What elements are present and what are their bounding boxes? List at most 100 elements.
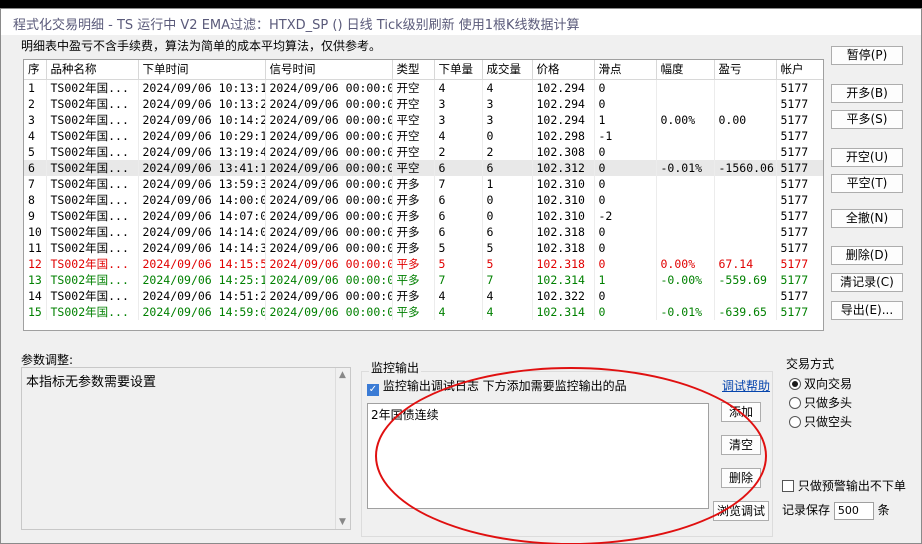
delete-button[interactable]: 删除: [721, 468, 761, 488]
add-button[interactable]: 添加: [721, 402, 761, 422]
table-cell: 102.314: [532, 303, 595, 320]
monitor-checkbox[interactable]: ✓: [367, 384, 379, 396]
clear-button[interactable]: 清空: [721, 435, 761, 455]
warn-only-label: 只做预警输出不下单: [797, 479, 906, 493]
close-short-button[interactable]: 平空(T): [831, 174, 903, 193]
radio-icon[interactable]: [789, 416, 801, 428]
table-row[interactable]: 6 TS002年国... 2024/09/06 13:41:10 2024/09/06…: [24, 159, 823, 176]
table-cell: 11: [24, 239, 47, 256]
clear-log-button[interactable]: 清记录(C): [831, 273, 903, 292]
column-header[interactable]: 下单时间: [138, 60, 266, 80]
delete-order-button[interactable]: 删除(D): [831, 246, 903, 265]
debug-help-link[interactable]: 调试帮助: [722, 377, 770, 394]
table-cell: 0: [594, 239, 657, 256]
table-cell: TS002年国...: [46, 95, 139, 112]
column-header[interactable]: 价格: [532, 60, 595, 80]
table-row[interactable]: 1 TS002年国... 2024/09/06 10:13:10 2024/09/06…: [24, 79, 823, 96]
column-header[interactable]: 类型: [392, 60, 435, 80]
table-row[interactable]: 5 TS002年国... 2024/09/06 13:19:48 2024/09/06…: [24, 143, 823, 160]
table-row[interactable]: 7 TS002年国... 2024/09/06 13:59:31 2024/09/06…: [24, 175, 823, 192]
table-cell: 1: [24, 79, 47, 96]
column-header[interactable]: 盈亏: [714, 60, 777, 80]
table-cell: 6: [24, 159, 47, 176]
column-header[interactable]: 幅度: [656, 60, 715, 80]
table-cell: 5177: [776, 303, 823, 320]
table-cell: 0.00%: [656, 255, 715, 272]
table-cell: 开多: [392, 207, 435, 224]
table-cell: 2024/09/06 00:00:00: [265, 271, 393, 288]
save-records-label: 记录保存: [782, 503, 831, 517]
table-cell: 102.312: [532, 159, 595, 176]
table-cell: 2024/09/06 10:29:18: [138, 127, 266, 144]
params-panel[interactable]: 本指标无参数需要设置 ▲ ▼: [21, 367, 351, 530]
table-cell: 5177: [776, 191, 823, 208]
table-cell: 3: [24, 111, 47, 128]
table-cell: 开多: [392, 223, 435, 240]
radio-short-only[interactable]: 只做空头: [789, 413, 852, 430]
monitor-symbols-input[interactable]: 2年国债连续: [367, 403, 709, 509]
warn-only-checkbox[interactable]: [782, 480, 794, 492]
table-row[interactable]: 13 TS002年国... 2024/09/06 14:25:17 2024/09/0…: [24, 271, 823, 288]
table-cell: 开空: [392, 79, 435, 96]
export-button[interactable]: 导出(E)...: [831, 301, 903, 320]
table-row[interactable]: 8 TS002年国... 2024/09/06 14:00:01 2024/09/06…: [24, 191, 823, 208]
table-cell: 4: [434, 127, 483, 144]
table-row[interactable]: 2 TS002年国... 2024/09/06 10:13:21 2024/09/06…: [24, 95, 823, 112]
table-cell: 7: [24, 175, 47, 192]
table-cell: -1560.06: [714, 159, 777, 176]
column-header[interactable]: 品种名称: [46, 60, 139, 80]
radio-icon[interactable]: [789, 397, 801, 409]
table-row[interactable]: 11 TS002年国... 2024/09/06 14:14:36 2024/09/0…: [24, 239, 823, 256]
table-cell: 4: [482, 303, 533, 320]
table-row[interactable]: 12 TS002年国... 2024/09/06 14:15:59 2024/09/0…: [24, 255, 823, 272]
table-cell: 0: [594, 191, 657, 208]
browse-debug-button[interactable]: 浏览调试: [713, 501, 769, 521]
column-header[interactable]: 成交量: [482, 60, 533, 80]
table-cell: TS002年国...: [46, 207, 139, 224]
scroll-up-icon[interactable]: ▲: [339, 370, 346, 380]
column-header[interactable]: 帐户: [776, 60, 823, 80]
open-short-button[interactable]: 开空(U): [831, 148, 903, 167]
table-row[interactable]: 4 TS002年国... 2024/09/06 10:29:18 2024/09/06…: [24, 127, 823, 144]
table-cell: 2024/09/06 10:13:10: [138, 79, 266, 96]
table-cell: 102.310: [532, 175, 595, 192]
table-cell: 5177: [776, 143, 823, 160]
close-long-button[interactable]: 平多(S): [831, 110, 903, 129]
column-header[interactable]: 序: [24, 60, 47, 80]
table-cell: 6: [434, 223, 483, 240]
table-cell: TS002年国...: [46, 223, 139, 240]
table-cell: 6: [482, 223, 533, 240]
pause-button[interactable]: 暂停(P): [831, 46, 903, 65]
save-records-input[interactable]: 500: [833, 502, 874, 520]
table-row[interactable]: 3 TS002年国... 2024/09/06 10:14:27 2024/09/06…: [24, 111, 823, 128]
open-long-button[interactable]: 开多(B): [831, 84, 903, 103]
table-row[interactable]: 9 TS002年国... 2024/09/06 14:07:02 2024/09/06…: [24, 207, 823, 224]
table-cell: [656, 175, 715, 192]
table-row[interactable]: 14 TS002年国... 2024/09/06 14:51:22 2024/09/0…: [24, 287, 823, 304]
radio-icon[interactable]: [789, 378, 801, 390]
table-cell: 2024/09/06 00:00:00: [265, 191, 393, 208]
trade-table[interactable]: 序品种名称 下单时间 信号时间 类型 下单量 成交量 价格 滑点 幅度 盈亏 帐户 1 TS002年国…: [23, 59, 824, 331]
table-cell: 开多: [392, 191, 435, 208]
table-cell: [714, 143, 777, 160]
cancel-all-button[interactable]: 全撤(N): [831, 209, 903, 228]
params-scrollbar[interactable]: ▲ ▼: [335, 368, 350, 529]
table-cell: 102.298: [532, 127, 595, 144]
radio-both[interactable]: 双向交易: [789, 375, 852, 392]
table-cell: 102.314: [532, 271, 595, 288]
radio-long-only[interactable]: 只做多头: [789, 394, 852, 411]
monitor-checkbox-row[interactable]: ✓ 监控输出调试日志 下方添加需要监控输出的品: [367, 377, 627, 396]
column-header[interactable]: 信号时间: [265, 60, 393, 80]
column-header[interactable]: 下单量: [434, 60, 483, 80]
table-row[interactable]: 10 TS002年国... 2024/09/06 14:14:03 2024/09/0…: [24, 223, 823, 240]
table-cell: -0.00%: [656, 271, 715, 288]
warn-only-row[interactable]: 只做预警输出不下单: [782, 477, 906, 494]
scroll-down-icon[interactable]: ▼: [339, 517, 346, 527]
column-header[interactable]: 滑点: [594, 60, 657, 80]
table-cell: 102.318: [532, 223, 595, 240]
save-records-unit: 条: [877, 503, 890, 517]
table-cell: 102.294: [532, 95, 595, 112]
monitor-checkbox-label: 监控输出调试日志 下方添加需要监控输出的品: [382, 379, 627, 393]
table-cell: 5177: [776, 223, 823, 240]
table-row[interactable]: 15 TS002年国... 2024/09/06 14:59:06 2024/09/0…: [24, 303, 823, 320]
